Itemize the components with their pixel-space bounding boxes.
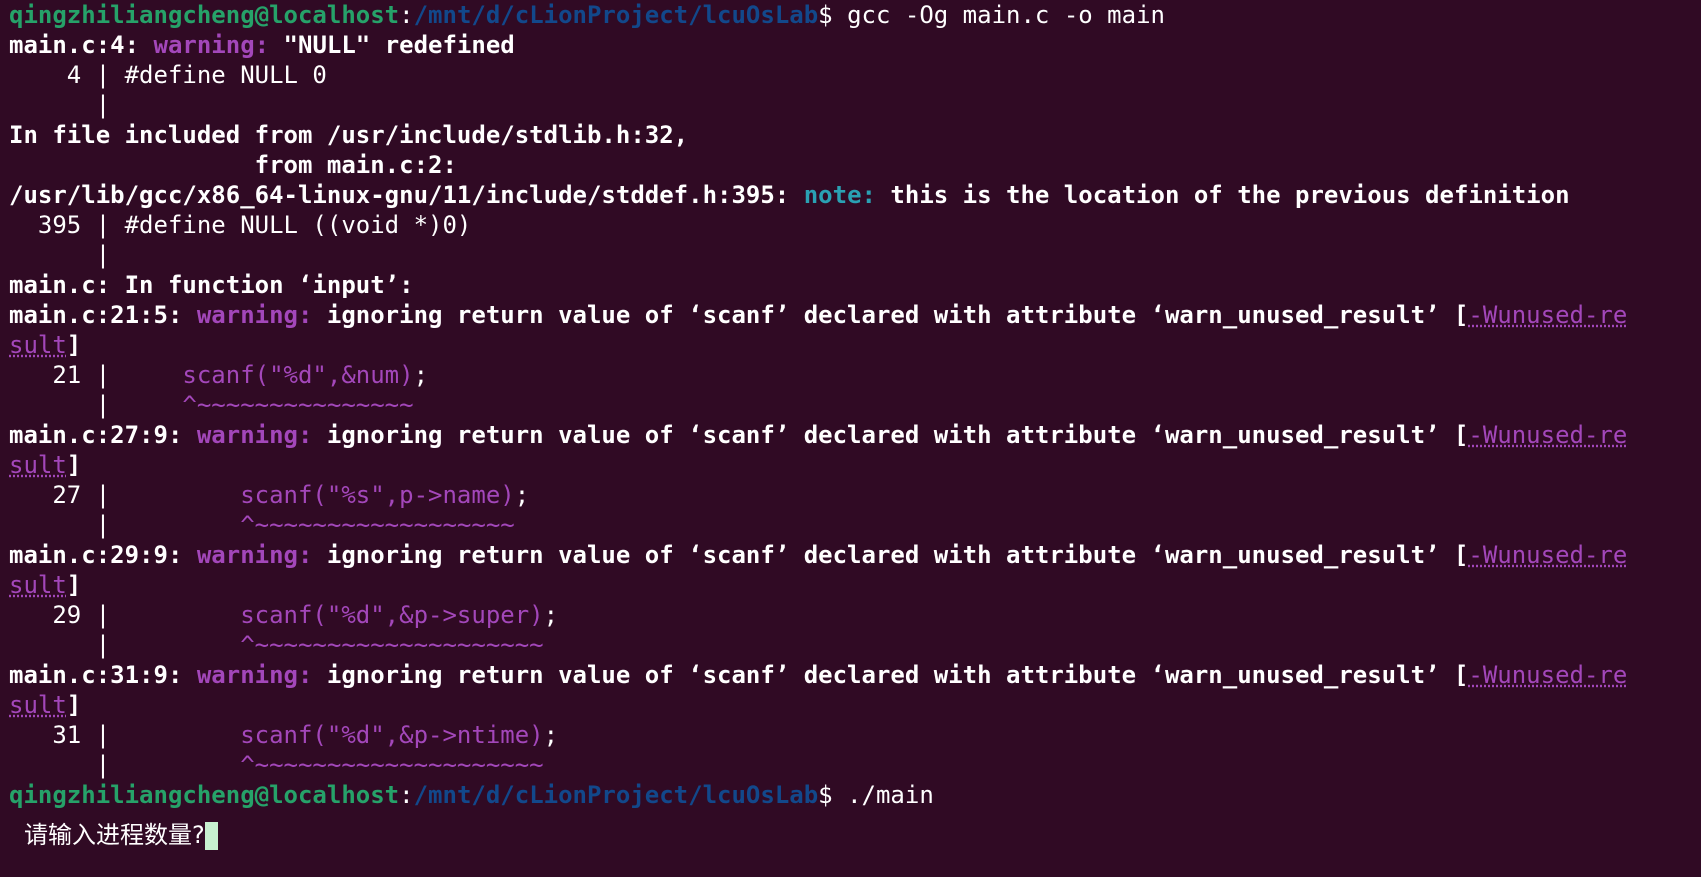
warning-line-wrap: sult] — [9, 570, 1701, 600]
caret-marker: ^~~~~~~~~~~~~~~~ — [124, 391, 414, 419]
diagnostic-line: /usr/lib/gcc/x86_64-linux-gnu/11/include… — [9, 180, 1701, 210]
terminal-window[interactable]: qingzhiliangcheng@localhost:/mnt/d/cLion… — [0, 0, 1701, 850]
source-line: 29 | scanf("%d",&p->super); — [9, 600, 1701, 630]
program-input-line[interactable]: 请输入进程数量? — [9, 820, 1701, 850]
command-line: qingzhiliangcheng@localhost:/mnt/d/cLion… — [9, 0, 1701, 30]
source-line: 4 | #define NULL 0 — [9, 61, 327, 89]
warning-keyword: warning: — [196, 421, 313, 449]
caret-marker: ^~~~~~~~~~~~~~~~~~~ — [124, 511, 515, 539]
bracket-close: ] — [66, 331, 82, 359]
diagnostic-message: ignoring return value of ‘scanf’ declare… — [312, 661, 1469, 689]
warning-flag: sult — [9, 451, 67, 479]
input-prompt-text: 请输入进程数量? — [24, 821, 205, 849]
prompt-path: /mnt/d/cLionProject/lcuOsLab — [413, 1, 819, 29]
caret-marker: ^~~~~~~~~~~~~~~~~~~~~ — [124, 631, 544, 659]
prompt-dollar: $ — [818, 781, 848, 809]
warning-flag: sult — [9, 691, 67, 719]
text-cursor — [204, 822, 218, 850]
function-context-line: main.c: In function ‘input’: — [9, 271, 414, 299]
command-line: qingzhiliangcheng@localhost:/mnt/d/cLion… — [9, 780, 1701, 810]
source-bar: | — [9, 241, 111, 269]
source-line: 27 | scanf("%s",p->name); — [9, 480, 1701, 510]
note-keyword: note: — [803, 181, 876, 209]
warning-flag: sult — [9, 331, 67, 359]
caret-marker: ^~~~~~~~~~~~~~~~~~~~~ — [124, 751, 544, 779]
source-bar: | — [9, 91, 111, 119]
warning-line: main.c:27:9: warning: ignoring return va… — [9, 420, 1701, 450]
source-bar: | — [9, 511, 125, 539]
warning-flag: -Wunused-re — [1468, 301, 1628, 329]
bracket-close: ] — [66, 571, 82, 599]
prompt-separator: : — [399, 781, 414, 809]
warning-keyword: warning: — [153, 31, 270, 59]
source-bar: | — [9, 751, 125, 779]
code-highlight: scanf("%d",&num) — [182, 361, 414, 389]
warning-flag: -Wunused-re — [1468, 421, 1628, 449]
code-semicolon: ; — [413, 361, 429, 389]
include-line: In file included from /usr/include/stdli… — [9, 121, 689, 149]
source-line: 31 | scanf("%d",&p->ntime); — [9, 720, 1701, 750]
command-text: gcc -Og main.c -o main — [847, 1, 1165, 29]
line-number: 27 | — [9, 481, 125, 509]
warning-list: main.c:21:5: warning: ignoring return va… — [9, 300, 1701, 780]
include-line: from main.c:2: — [9, 151, 457, 179]
warning-flag: -Wunused-re — [1468, 541, 1628, 569]
caret-line: | ^~~~~~~~~~~~~~~~~~~ — [9, 510, 1701, 540]
diagnostic-message: ignoring return value of ‘scanf’ declare… — [312, 301, 1469, 329]
command-text: ./main — [847, 781, 934, 809]
caret-line: | ^~~~~~~~~~~~~~~~~~~~~ — [9, 750, 1701, 780]
warning-keyword: warning: — [196, 301, 313, 329]
diagnostic-location: main.c:21:5: — [9, 301, 197, 329]
caret-line: | ^~~~~~~~~~~~~~~~~~~~~ — [9, 630, 1701, 660]
diagnostic-line: main.c:4: warning: "NULL" redefined — [9, 30, 1701, 60]
code-highlight: scanf("%d",&p->ntime) — [240, 721, 544, 749]
diagnostic-location: main.c:31:9: — [9, 661, 197, 689]
warning-keyword: warning: — [196, 541, 313, 569]
warning-line: main.c:31:9: warning: ignoring return va… — [9, 660, 1701, 690]
prompt-user-host: qingzhiliangcheng@localhost — [9, 781, 400, 809]
diagnostic-message: ignoring return value of ‘scanf’ declare… — [312, 421, 1469, 449]
warning-line-wrap: sult] — [9, 690, 1701, 720]
diagnostic-message: ignoring return value of ‘scanf’ declare… — [312, 541, 1469, 569]
warning-line: main.c:21:5: warning: ignoring return va… — [9, 300, 1701, 330]
warning-line: main.c:29:9: warning: ignoring return va… — [9, 540, 1701, 570]
diagnostic-message: "NULL" redefined — [269, 31, 515, 59]
diagnostic-location: main.c:27:9: — [9, 421, 197, 449]
code-semicolon: ; — [543, 721, 559, 749]
diagnostic-location: main.c:29:9: — [9, 541, 197, 569]
code-highlight: scanf("%s",p->name) — [240, 481, 515, 509]
diagnostic-message: this is the location of the previous def… — [875, 181, 1570, 209]
bracket-close: ] — [66, 691, 82, 719]
prompt-separator: : — [399, 1, 414, 29]
source-line: 21 | scanf("%d",&num); — [9, 360, 1701, 390]
warning-line-wrap: sult] — [9, 330, 1701, 360]
diagnostic-location: main.c:4: — [9, 31, 154, 59]
warning-flag: -Wunused-re — [1468, 661, 1628, 689]
warning-flag: sult — [9, 571, 67, 599]
line-number: 31 | — [9, 721, 125, 749]
line-number: 29 | — [9, 601, 125, 629]
line-number: 21 | — [9, 361, 125, 389]
code-highlight: scanf("%d",&p->super) — [240, 601, 544, 629]
prompt-path: /mnt/d/cLionProject/lcuOsLab — [413, 781, 819, 809]
source-line: 395 | #define NULL ((void *)0) — [9, 211, 472, 239]
source-bar: | — [9, 391, 125, 419]
bracket-close: ] — [66, 451, 82, 479]
warning-keyword: warning: — [196, 661, 313, 689]
diagnostic-location: /usr/lib/gcc/x86_64-linux-gnu/11/include… — [9, 181, 804, 209]
code-semicolon: ; — [543, 601, 559, 629]
code-semicolon: ; — [514, 481, 530, 509]
caret-line: | ^~~~~~~~~~~~~~~~ — [9, 390, 1701, 420]
source-bar: | — [9, 631, 125, 659]
prompt-dollar: $ — [818, 1, 848, 29]
warning-line-wrap: sult] — [9, 450, 1701, 480]
prompt-user-host: qingzhiliangcheng@localhost — [9, 1, 400, 29]
